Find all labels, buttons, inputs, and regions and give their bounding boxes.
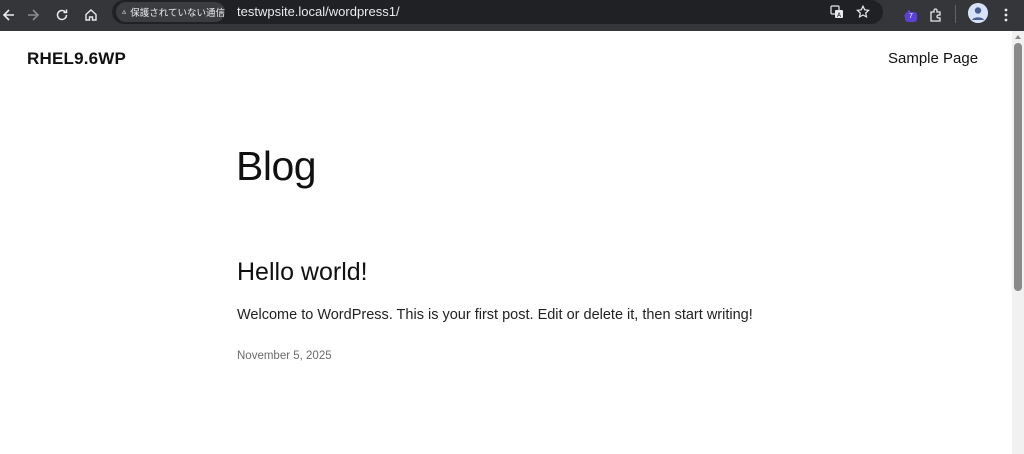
page-scrollbar[interactable] bbox=[1012, 31, 1024, 454]
back-icon bbox=[2, 9, 14, 21]
scroll-thumb[interactable] bbox=[1014, 43, 1022, 291]
page-title: Blog bbox=[236, 143, 317, 189]
url-text[interactable]: testwpsite.local/wordpress1/ bbox=[237, 4, 400, 19]
extension-badge: 7 bbox=[905, 12, 917, 22]
address-bar[interactable]: 保護されていない通信 testwpsite.local/wordpress1/ … bbox=[112, 0, 883, 24]
home-button[interactable] bbox=[78, 2, 104, 28]
post-date[interactable]: November 5, 2025 bbox=[237, 350, 332, 362]
puzzle-icon bbox=[929, 7, 941, 22]
profile-icon bbox=[968, 3, 988, 23]
toolbar-divider bbox=[955, 5, 956, 23]
web-page: RHEL9.6WP Sample Page Blog Hello world! … bbox=[0, 31, 1012, 454]
warning-icon bbox=[122, 9, 127, 14]
back-button[interactable] bbox=[0, 2, 22, 28]
forward-button[interactable] bbox=[20, 2, 46, 28]
reload-button[interactable] bbox=[49, 2, 75, 28]
security-label: 保護されていない通信 bbox=[130, 8, 225, 19]
post-title[interactable]: Hello world! bbox=[237, 258, 368, 287]
star-icon bbox=[856, 5, 870, 19]
forward-icon bbox=[28, 9, 40, 21]
extensions-menu-button[interactable] bbox=[923, 3, 947, 27]
translate-button[interactable]: A bbox=[827, 2, 847, 22]
home-icon bbox=[85, 9, 97, 21]
scroll-up-icon[interactable] bbox=[1014, 33, 1022, 41]
security-chip[interactable]: 保護されていない通信 bbox=[116, 2, 225, 22]
post-excerpt: Welcome to WordPress. This is your first… bbox=[237, 307, 753, 323]
menu-icon bbox=[1004, 8, 1008, 22]
bookmark-button[interactable] bbox=[853, 2, 873, 22]
avatar[interactable] bbox=[968, 3, 988, 23]
reload-icon bbox=[56, 9, 68, 21]
site-title[interactable]: RHEL9.6WP bbox=[27, 49, 126, 69]
browser-toolbar: 保護されていない通信 testwpsite.local/wordpress1/ … bbox=[0, 0, 1024, 31]
browser-menu-button[interactable] bbox=[994, 3, 1018, 27]
nav-link-sample-page[interactable]: Sample Page bbox=[888, 50, 978, 67]
translate-icon: A bbox=[830, 5, 843, 19]
